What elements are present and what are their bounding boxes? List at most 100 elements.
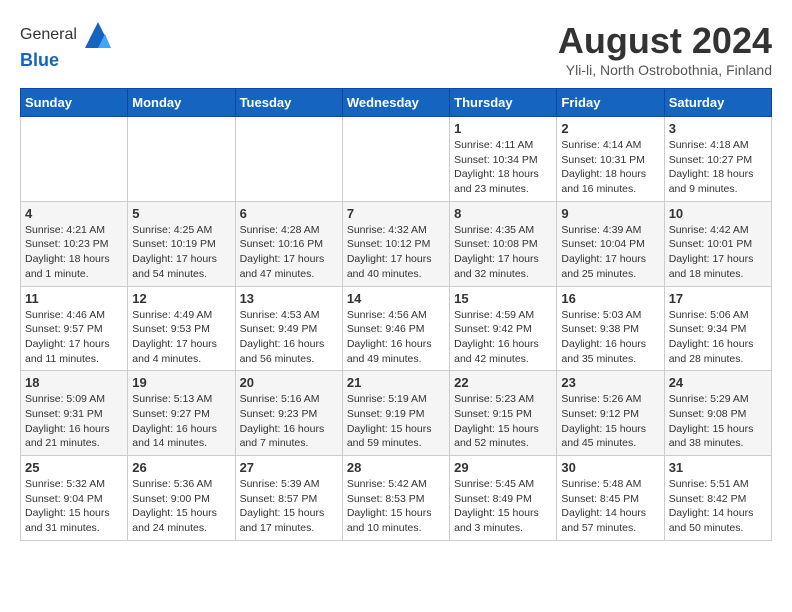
day-info: Sunrise: 5:03 AM Sunset: 9:38 PM Dayligh… xyxy=(561,308,659,367)
weekday-header-sunday: Sunday xyxy=(21,89,128,117)
month-title: August 2024 xyxy=(558,20,772,62)
day-info: Sunrise: 5:09 AM Sunset: 9:31 PM Dayligh… xyxy=(25,392,123,451)
calendar-week-5: 25Sunrise: 5:32 AM Sunset: 9:04 PM Dayli… xyxy=(21,456,772,541)
subtitle: Yli-li, North Ostrobothnia, Finland xyxy=(558,62,772,78)
day-number: 24 xyxy=(669,375,767,390)
day-number: 25 xyxy=(25,460,123,475)
day-number: 8 xyxy=(454,206,552,221)
day-info: Sunrise: 4:39 AM Sunset: 10:04 PM Daylig… xyxy=(561,223,659,282)
day-number: 6 xyxy=(240,206,338,221)
calendar-cell: 24 Sunrise: 5:29 AM Sunset: 9:08 PM Dayli… xyxy=(664,371,771,456)
weekday-header-monday: Monday xyxy=(128,89,235,117)
calendar-cell: 17Sunrise: 5:06 AM Sunset: 9:34 PM Dayli… xyxy=(664,286,771,371)
day-number: 7 xyxy=(347,206,445,221)
calendar-table: SundayMondayTuesdayWednesdayThursdayFrid… xyxy=(20,88,772,541)
day-number: 5 xyxy=(132,206,230,221)
day-info: Sunrise: 5:29 AM Sunset: 9:08 PM Dayligh… xyxy=(669,392,767,451)
calendar-cell: 29 Sunrise: 5:45 AM Sunset: 8:49 PM Dayli… xyxy=(450,456,557,541)
title-block: August 2024 Yli-li, North Ostrobothnia, … xyxy=(558,20,772,78)
day-number: 10 xyxy=(669,206,767,221)
calendar-cell: 1Sunrise: 4:11 AM Sunset: 10:34 PM Dayli… xyxy=(450,117,557,202)
calendar-cell: 3 Sunrise: 4:18 AM Sunset: 10:27 PM Dayli… xyxy=(664,117,771,202)
calendar-cell xyxy=(235,117,342,202)
calendar-cell: 19 Sunrise: 5:13 AM Sunset: 9:27 PM Dayli… xyxy=(128,371,235,456)
day-number: 20 xyxy=(240,375,338,390)
calendar-cell: 10 Sunrise: 4:42 AM Sunset: 10:01 PM Dayl… xyxy=(664,201,771,286)
calendar-cell: 9 Sunrise: 4:39 AM Sunset: 10:04 PM Dayli… xyxy=(557,201,664,286)
day-info: Sunrise: 4:32 AM Sunset: 10:12 PM Daylig… xyxy=(347,223,445,282)
page-header: General Blue August 2024 Yli-li, North O… xyxy=(20,20,772,78)
calendar-cell: 2 Sunrise: 4:14 AM Sunset: 10:31 PM Dayli… xyxy=(557,117,664,202)
calendar-cell: 31 Sunrise: 5:51 AM Sunset: 8:42 PM Dayli… xyxy=(664,456,771,541)
calendar-cell: 25Sunrise: 5:32 AM Sunset: 9:04 PM Dayli… xyxy=(21,456,128,541)
day-info: Sunrise: 4:42 AM Sunset: 10:01 PM Daylig… xyxy=(669,223,767,282)
logo-general-text: General xyxy=(20,26,77,44)
day-number: 23 xyxy=(561,375,659,390)
day-info: Sunrise: 4:18 AM Sunset: 10:27 PM Daylig… xyxy=(669,138,767,197)
calendar-cell: 8 Sunrise: 4:35 AM Sunset: 10:08 PM Dayli… xyxy=(450,201,557,286)
calendar-cell: 12 Sunrise: 4:49 AM Sunset: 9:53 PM Dayli… xyxy=(128,286,235,371)
calendar-cell xyxy=(128,117,235,202)
calendar-cell: 13Sunrise: 4:53 AM Sunset: 9:49 PM Dayli… xyxy=(235,286,342,371)
calendar-header: SundayMondayTuesdayWednesdayThursdayFrid… xyxy=(21,89,772,117)
day-number: 31 xyxy=(669,460,767,475)
calendar-cell: 14Sunrise: 4:56 AM Sunset: 9:46 PM Dayli… xyxy=(342,286,449,371)
day-number: 4 xyxy=(25,206,123,221)
calendar-week-2: 4Sunrise: 4:21 AM Sunset: 10:23 PM Dayli… xyxy=(21,201,772,286)
day-number: 18 xyxy=(25,375,123,390)
day-info: Sunrise: 4:59 AM Sunset: 9:42 PM Dayligh… xyxy=(454,308,552,367)
calendar-cell: 20Sunrise: 5:16 AM Sunset: 9:23 PM Dayli… xyxy=(235,371,342,456)
calendar-cell: 21Sunrise: 5:19 AM Sunset: 9:19 PM Dayli… xyxy=(342,371,449,456)
weekday-header-saturday: Saturday xyxy=(664,89,771,117)
day-info: Sunrise: 5:36 AM Sunset: 9:00 PM Dayligh… xyxy=(132,477,230,536)
calendar-cell xyxy=(342,117,449,202)
calendar-week-4: 18 Sunrise: 5:09 AM Sunset: 9:31 PM Dayli… xyxy=(21,371,772,456)
day-info: Sunrise: 4:46 AM Sunset: 9:57 PM Dayligh… xyxy=(25,308,123,367)
calendar-cell xyxy=(21,117,128,202)
day-number: 2 xyxy=(561,121,659,136)
day-info: Sunrise: 5:48 AM Sunset: 8:45 PM Dayligh… xyxy=(561,477,659,536)
day-info: Sunrise: 4:49 AM Sunset: 9:53 PM Dayligh… xyxy=(132,308,230,367)
calendar-cell: 26Sunrise: 5:36 AM Sunset: 9:00 PM Dayli… xyxy=(128,456,235,541)
day-number: 16 xyxy=(561,291,659,306)
day-number: 12 xyxy=(132,291,230,306)
day-info: Sunrise: 5:42 AM Sunset: 8:53 PM Dayligh… xyxy=(347,477,445,536)
calendar-cell: 28 Sunrise: 5:42 AM Sunset: 8:53 PM Dayli… xyxy=(342,456,449,541)
day-info: Sunrise: 4:25 AM Sunset: 10:19 PM Daylig… xyxy=(132,223,230,282)
day-number: 9 xyxy=(561,206,659,221)
day-number: 11 xyxy=(25,291,123,306)
calendar-cell: 5 Sunrise: 4:25 AM Sunset: 10:19 PM Dayli… xyxy=(128,201,235,286)
weekday-header-friday: Friday xyxy=(557,89,664,117)
weekday-header-thursday: Thursday xyxy=(450,89,557,117)
day-info: Sunrise: 5:51 AM Sunset: 8:42 PM Dayligh… xyxy=(669,477,767,536)
day-number: 19 xyxy=(132,375,230,390)
day-number: 17 xyxy=(669,291,767,306)
weekday-row: SundayMondayTuesdayWednesdayThursdayFrid… xyxy=(21,89,772,117)
day-info: Sunrise: 4:35 AM Sunset: 10:08 PM Daylig… xyxy=(454,223,552,282)
day-info: Sunrise: 5:45 AM Sunset: 8:49 PM Dayligh… xyxy=(454,477,552,536)
calendar-cell: 7 Sunrise: 4:32 AM Sunset: 10:12 PM Dayli… xyxy=(342,201,449,286)
day-info: Sunrise: 4:14 AM Sunset: 10:31 PM Daylig… xyxy=(561,138,659,197)
day-info: Sunrise: 4:53 AM Sunset: 9:49 PM Dayligh… xyxy=(240,308,338,367)
logo: General Blue xyxy=(20,20,113,71)
calendar-cell: 16 Sunrise: 5:03 AM Sunset: 9:38 PM Dayli… xyxy=(557,286,664,371)
weekday-header-tuesday: Tuesday xyxy=(235,89,342,117)
calendar-cell: 27 Sunrise: 5:39 AM Sunset: 8:57 PM Dayli… xyxy=(235,456,342,541)
day-number: 28 xyxy=(347,460,445,475)
day-info: Sunrise: 5:39 AM Sunset: 8:57 PM Dayligh… xyxy=(240,477,338,536)
calendar-cell: 23 Sunrise: 5:26 AM Sunset: 9:12 PM Dayli… xyxy=(557,371,664,456)
calendar-cell: 4Sunrise: 4:21 AM Sunset: 10:23 PM Dayli… xyxy=(21,201,128,286)
day-number: 22 xyxy=(454,375,552,390)
calendar-cell: 22Sunrise: 5:23 AM Sunset: 9:15 PM Dayli… xyxy=(450,371,557,456)
day-number: 30 xyxy=(561,460,659,475)
day-info: Sunrise: 5:13 AM Sunset: 9:27 PM Dayligh… xyxy=(132,392,230,451)
day-number: 3 xyxy=(669,121,767,136)
calendar-cell: 18 Sunrise: 5:09 AM Sunset: 9:31 PM Dayli… xyxy=(21,371,128,456)
calendar-week-3: 11 Sunrise: 4:46 AM Sunset: 9:57 PM Dayli… xyxy=(21,286,772,371)
day-number: 29 xyxy=(454,460,552,475)
day-info: Sunrise: 5:26 AM Sunset: 9:12 PM Dayligh… xyxy=(561,392,659,451)
logo-blue-text: Blue xyxy=(20,50,113,71)
calendar-cell: 30 Sunrise: 5:48 AM Sunset: 8:45 PM Dayli… xyxy=(557,456,664,541)
day-number: 27 xyxy=(240,460,338,475)
day-number: 14 xyxy=(347,291,445,306)
